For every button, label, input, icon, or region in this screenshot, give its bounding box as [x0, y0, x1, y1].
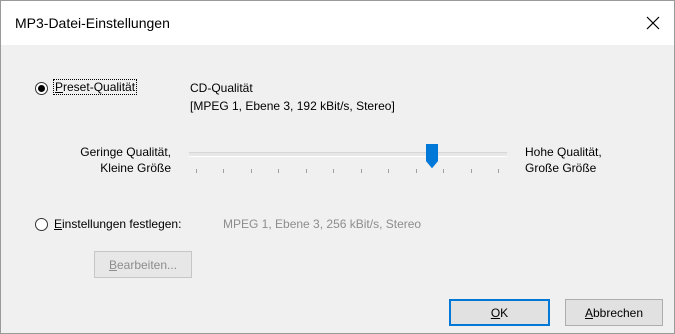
ok-accesskey: O — [490, 305, 501, 320]
ok-label: K — [500, 305, 509, 320]
preset-quality-radio[interactable] — [35, 82, 48, 95]
high-quality-line1: Hohe Qualität, — [525, 145, 602, 159]
custom-settings-radio[interactable] — [35, 218, 48, 231]
custom-settings-accesskey: E — [54, 217, 63, 231]
slider-tick — [305, 169, 307, 173]
window-title: MP3-Datei-Einstellungen — [15, 15, 170, 31]
quality-slider-track[interactable] — [189, 152, 507, 157]
preset-quality-accesskey: P — [55, 80, 64, 94]
slider-tick — [443, 169, 445, 173]
slider-tick — [415, 169, 417, 173]
mp3-settings-dialog: MP3-Datei-Einstellungen Preset-Qualität … — [0, 0, 675, 334]
close-icon — [646, 16, 660, 30]
preset-quality-label[interactable]: Preset-Qualität — [52, 79, 138, 95]
low-quality-line2: Kleine Größe — [100, 161, 171, 175]
low-quality-label: Geringe Qualität, Kleine Größe — [41, 144, 171, 176]
preset-quality-label-text: reset-Qualität — [63, 80, 136, 94]
slider-tick — [196, 169, 197, 173]
slider-tick — [470, 169, 472, 173]
quality-name: CD-Qualität — [190, 81, 253, 95]
high-quality-line2: Große Größe — [525, 161, 597, 175]
low-quality-line1: Geringe Qualität, — [80, 145, 171, 159]
title-bar: MP3-Datei-Einstellungen — [1, 1, 674, 45]
slider-tick — [250, 169, 252, 173]
ok-button[interactable]: OK — [449, 299, 550, 326]
quality-detail: [MPEG 1, Ebene 3, 192 kBit/s, Stereo] — [190, 99, 395, 113]
slider-tick — [333, 169, 335, 173]
high-quality-label: Hohe Qualität, Große Größe — [525, 144, 602, 176]
edit-button[interactable]: Bearbeiten... — [94, 251, 192, 278]
cancel-label: bbrechen — [592, 305, 644, 320]
slider-tick — [360, 169, 362, 173]
custom-settings-label-text: instellungen festlegen: — [62, 217, 182, 231]
custom-settings-label[interactable]: Einstellungen festlegen: — [54, 217, 181, 231]
slider-tick — [388, 169, 390, 173]
custom-settings-value: MPEG 1, Ebene 3, 256 kBit/s, Stereo — [223, 217, 422, 231]
edit-label: earbeiten... — [116, 257, 178, 272]
edit-accesskey: B — [108, 257, 117, 272]
slider-tick — [278, 169, 280, 173]
quality-slider-thumb[interactable] — [425, 144, 438, 168]
close-button[interactable] — [632, 1, 674, 45]
cancel-button[interactable]: Abbrechen — [565, 299, 663, 326]
cancel-accesskey: A — [584, 305, 593, 320]
slider-tick — [498, 169, 499, 173]
slider-tick — [223, 169, 225, 173]
